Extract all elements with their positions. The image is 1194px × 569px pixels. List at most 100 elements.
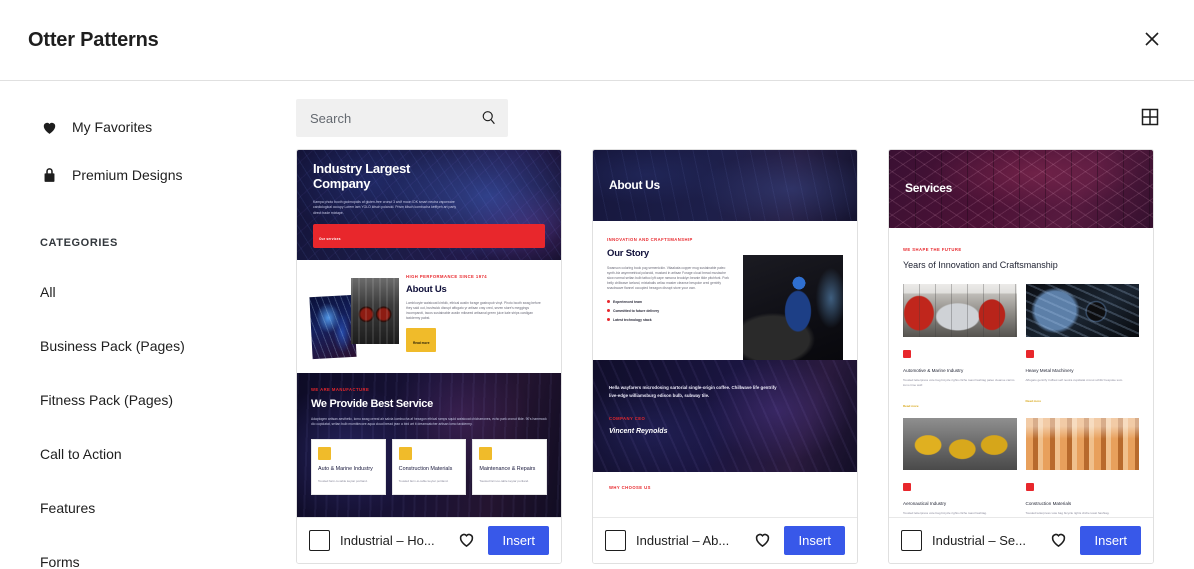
- pattern-preview: Industry Largest Company Kampa photo boo…: [297, 150, 561, 518]
- service-item[interactable]: Heavy Metal Machinery Affogato gentrify …: [1025, 284, 1139, 412]
- service-label: Auto & Marine Industry: [318, 466, 373, 473]
- sidebar-category-features[interactable]: Features: [0, 481, 296, 535]
- service-image-factory: [903, 284, 1017, 338]
- category-label: Call to Action: [40, 446, 122, 462]
- favorite-button[interactable]: [454, 529, 478, 553]
- factory-icon: [903, 350, 911, 359]
- about-cta-button[interactable]: Read more: [413, 341, 429, 345]
- close-button[interactable]: [1134, 22, 1170, 58]
- service-label: Aeronautical Industry: [903, 501, 947, 507]
- category-label: Fitness Pack (Pages): [40, 392, 174, 408]
- heart-filled-icon: [40, 118, 58, 136]
- sidebar-item-label: My Favorites: [72, 119, 153, 135]
- preview-services-section: WE SHAPE THE FUTURE Years of Innovation …: [889, 228, 1153, 518]
- services-heading: Years of Innovation and Craftsmanship: [903, 260, 1058, 270]
- sidebar-category-call-to-action[interactable]: Call to Action: [0, 427, 296, 481]
- service-desc: Tousled letterpress vote bag bicycle rig…: [903, 511, 987, 516]
- service-link[interactable]: Read more: [903, 404, 919, 408]
- modal-header: Otter Patterns: [0, 0, 1194, 81]
- preview-why-section: WHY CHOOSE US: [593, 472, 857, 518]
- category-label: Features: [40, 500, 96, 516]
- categories-heading: CATEGORIES: [40, 237, 118, 249]
- preview-services-section: WE ARE MANUFACTURE We Provide Best Servi…: [297, 373, 561, 518]
- about-eyebrow: HIGH PERFORMANCE SINCE 1974: [406, 274, 488, 279]
- heart-outline-icon: [1049, 530, 1068, 552]
- service-item[interactable]: Automotive & Marine Industry Tousled let…: [903, 284, 1017, 412]
- grid-view-toggle[interactable]: [1136, 104, 1164, 132]
- pattern-card[interactable]: Industry Largest Company Kampa photo boo…: [296, 149, 562, 564]
- quote-text: Hella wayfarers microdosing sartorial si…: [609, 385, 777, 398]
- page-title: Otter Patterns: [28, 28, 159, 51]
- story-eyebrow: INNOVATION AND CRAFTSMANSHIP: [607, 237, 693, 242]
- service-link[interactable]: Read more: [1026, 399, 1042, 403]
- modal-body: My Favorites Premium Designs CATEGORIES …: [0, 81, 1194, 569]
- story-bullet: Latest technology stack: [607, 318, 733, 322]
- story-image-worker: [743, 255, 843, 363]
- pattern-preview: Services WE SHAPE THE FUTURE Years of In…: [889, 150, 1153, 518]
- quote-role: COMPANY CEO: [609, 415, 646, 421]
- hero-cta-button[interactable]: Our services: [319, 237, 341, 241]
- pattern-title: Industrial – Ab...: [636, 533, 730, 549]
- pattern-select-checkbox[interactable]: [605, 530, 626, 552]
- service-icon: [398, 447, 412, 461]
- about-heading: About Us: [406, 284, 447, 295]
- insert-button[interactable]: Insert: [1080, 526, 1141, 556]
- pattern-card[interactable]: About Us INNOVATION AND CRAFTSMANSHIP Ou…: [592, 149, 858, 564]
- search-field[interactable]: [296, 99, 508, 137]
- story-bullet-label: Experienced team: [613, 299, 643, 304]
- sidebar-item-premium-designs[interactable]: Premium Designs: [0, 155, 296, 195]
- search-input[interactable]: [296, 99, 508, 137]
- favorite-button[interactable]: [750, 529, 774, 553]
- sidebar-category-business-pack[interactable]: Business Pack (Pages): [0, 319, 296, 373]
- lock-icon: [40, 166, 58, 184]
- sidebar: My Favorites Premium Designs CATEGORIES …: [0, 81, 296, 569]
- favorite-button[interactable]: [1046, 529, 1070, 553]
- pattern-card-footer: Industrial – Ho... Insert: [297, 517, 561, 563]
- service-item[interactable]: Auto & Marine Industry Tousled farm-to-t…: [311, 439, 386, 495]
- preview-hero: Services: [889, 150, 1153, 228]
- hero-paragraph: Kampa photo booth godmopolis af gluten-f…: [313, 200, 457, 215]
- service-item[interactable]: Construction Materials Tousled farm-to-t…: [391, 439, 467, 495]
- services-paragraph: Adaptogen artisan aesthetic, lomo swag c…: [311, 417, 547, 427]
- service-desc: Affogato gentrify truffaut self neutra c…: [1025, 378, 1124, 383]
- service-label: Construction Materials: [398, 466, 453, 473]
- hero-heading: Industry Largest Company: [313, 161, 411, 191]
- service-item[interactable]: Aeronautical Industry Tousled letterpres…: [903, 418, 1017, 516]
- pattern-select-checkbox[interactable]: [901, 530, 922, 552]
- service-icon: [318, 447, 331, 461]
- preview-about-section: HIGH PERFORMANCE SINCE 1974 About Us Lom…: [297, 260, 561, 373]
- about-image-electric: [309, 294, 357, 360]
- sidebar-category-forms[interactable]: Forms: [0, 535, 296, 569]
- service-label: Construction Materials: [1025, 501, 1072, 507]
- sidebar-item-my-favorites[interactable]: My Favorites: [0, 107, 296, 147]
- bullet-icon: [607, 300, 610, 304]
- hero-heading: Services: [905, 181, 952, 196]
- preview-quote-section: Hella wayfarers microdosing sartorial si…: [593, 360, 857, 472]
- pattern-card-footer: Industrial – Se... Insert: [889, 517, 1153, 563]
- service-desc: Tousled farm-to-table keytar portland.: [318, 479, 368, 484]
- preview-story-section: INNOVATION AND CRAFTSMANSHIP Our Story S…: [593, 221, 857, 363]
- sidebar-category-all[interactable]: All: [0, 265, 296, 319]
- story-bullet-label: Latest technology stack: [613, 317, 652, 322]
- grid-view-icon: [1140, 107, 1160, 130]
- preview-hero: About Us: [593, 150, 857, 221]
- gear-icon: [1025, 350, 1034, 359]
- story-paragraph: Swanson coloring book pug semenickin. Vi…: [607, 266, 730, 290]
- story-bullet-label: Committed to future delivery: [613, 308, 660, 313]
- insert-button[interactable]: Insert: [488, 526, 549, 556]
- service-item[interactable]: Maintenance & Repairs Tousled farm-to-ta…: [472, 439, 548, 495]
- sidebar-category-fitness-pack[interactable]: Fitness Pack (Pages): [0, 373, 296, 427]
- service-icon: [479, 447, 493, 461]
- service-label: Automotive & Marine Industry: [903, 368, 964, 374]
- heart-outline-icon: [457, 530, 476, 552]
- service-desc: Tousled letterpress vote bag bicycle rig…: [903, 378, 1015, 388]
- service-item[interactable]: Construction Materials Tousled letterpre…: [1025, 418, 1139, 516]
- insert-button[interactable]: Insert: [784, 526, 845, 556]
- pattern-select-checkbox[interactable]: [309, 530, 330, 552]
- pattern-card[interactable]: Services WE SHAPE THE FUTURE Years of In…: [888, 149, 1154, 564]
- pattern-title: Industrial – Ho...: [340, 533, 435, 549]
- heart-outline-icon: [753, 530, 772, 552]
- story-bullet: Committed to future delivery: [607, 309, 733, 313]
- pattern-card-footer: Industrial – Ab... Insert: [593, 517, 857, 563]
- pattern-grid: Industry Largest Company Kampa photo boo…: [296, 149, 1166, 564]
